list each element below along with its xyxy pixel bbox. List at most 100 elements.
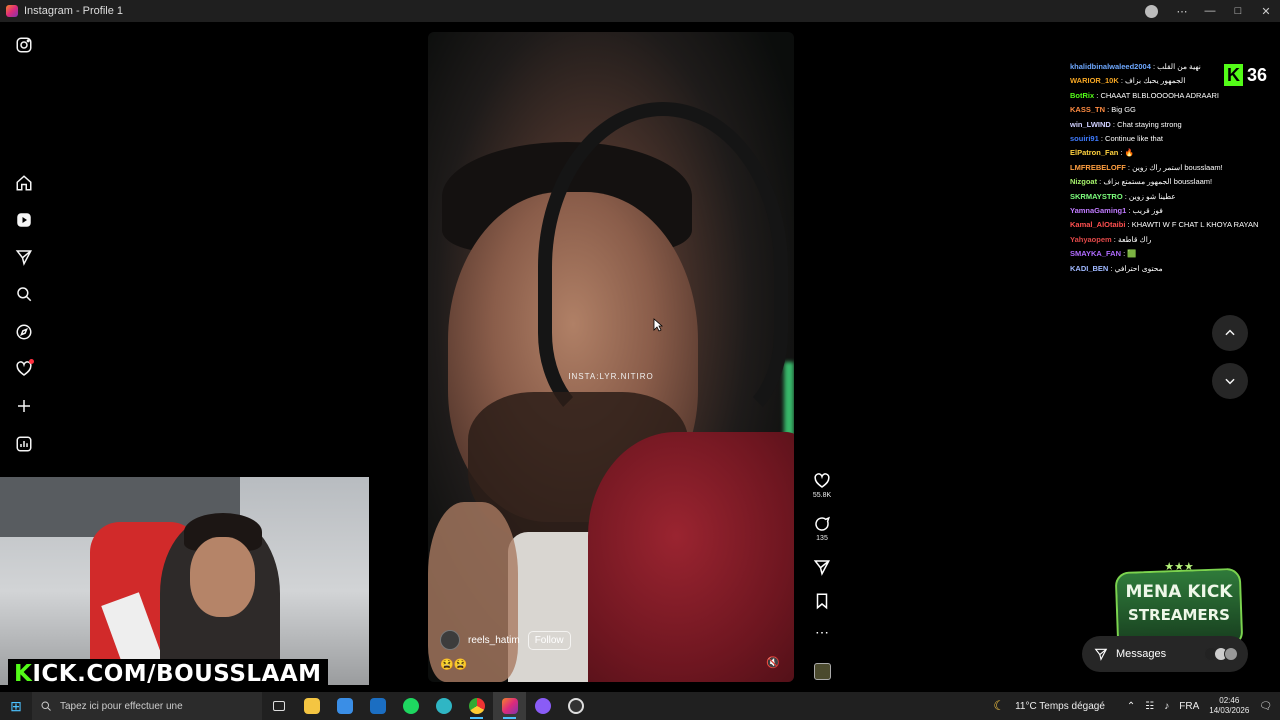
streamer-webcam [0,477,369,685]
previous-reel-button[interactable] [1212,315,1248,351]
kick-banner-text: ICK.COM/BOUSSLAAM [32,661,322,687]
create-plus-icon[interactable] [14,396,34,416]
heart-icon[interactable] [813,472,831,490]
reels-icon[interactable] [14,210,34,230]
edge-icon[interactable] [427,692,460,720]
reel-video[interactable]: INSTA:LYR.NITIRO reels_hatim Follow 😫😫 🔇 [428,32,794,682]
send-icon [1094,648,1108,661]
messenger-icon[interactable] [526,692,559,720]
messages-label: Messages [1116,648,1167,660]
share-icon[interactable] [813,558,831,576]
chat-username[interactable]: ElPatron_Fan [1070,148,1118,157]
chat-text: Chat staying strong [1117,119,1182,129]
minimize-button[interactable]: — [1196,5,1224,17]
chat-username[interactable]: SMAYKA_FAN [1070,249,1121,258]
more-options-button[interactable]: ⋯ [1168,5,1196,18]
clock[interactable]: 02:46 14/03/2026 [1209,696,1249,716]
save-action[interactable] [806,592,838,610]
network-icon[interactable]: ☷ [1145,701,1154,712]
home-icon[interactable] [14,173,34,193]
chat-message: LMFREBELOFF : استمر راك زوين bousslaam! [1070,161,1270,175]
chat-text: الجمهور مستمتع بزاف bousslaam! [1103,177,1213,187]
chat-username[interactable]: LMFREBELOFF [1070,163,1126,172]
comment-action[interactable]: 135 [806,515,838,542]
chat-username[interactable]: WARIOR_10K [1070,76,1119,85]
audio-thumbnail[interactable] [814,663,831,680]
comment-icon[interactable] [813,515,831,533]
live-chat-overlay: khalidbinalwaleed2004 : نهية من القلب WAR… [1070,60,1270,276]
share-action[interactable] [806,558,838,576]
chat-username[interactable]: YamnaGaming1 [1070,206,1126,215]
windows-start-icon[interactable]: ⊞ [0,698,32,715]
chat-message: souiri91 : Continue like that [1070,132,1270,146]
store-icon[interactable] [328,692,361,720]
follow-button[interactable]: Follow [527,630,571,650]
bookmark-icon[interactable] [813,592,831,610]
next-reel-button[interactable] [1212,363,1248,399]
windows-taskbar: ⊞ Tapez ici pour effectuer une ☾ 11°C Te… [0,692,1280,720]
chat-message: SMAYKA_FAN : 🟩 [1070,247,1270,261]
video-watermark: INSTA:LYR.NITIRO [568,372,654,381]
mena-line1: MENA KICK [1125,582,1233,602]
chat-message: ElPatron_Fan : 🔥 [1070,146,1270,160]
chat-text: الجمهور يحبك بزاف [1125,76,1186,86]
chat-text: فوز قريب [1132,206,1163,216]
window-title: Instagram - Profile 1 [24,5,124,17]
comment-count: 135 [816,535,828,542]
chat-message: KADI_BEN : محتوى احترافي [1070,262,1270,276]
streamer-face [190,537,255,617]
weather-text[interactable]: 11°C Temps dégagé [1015,701,1105,712]
chat-username[interactable]: Kamal_AlOtaibi [1070,220,1125,229]
message-avatars [1204,647,1238,661]
chat-username[interactable]: khalidbinalwaleed2004 [1070,62,1151,71]
chevron-down-icon [1225,378,1235,385]
chat-message: win_LWIND : Chat staying strong [1070,118,1270,132]
instagram-logo-icon[interactable] [14,35,34,55]
maximize-button[interactable]: □ [1224,5,1252,17]
chat-username[interactable]: Yahyaopem [1070,235,1112,244]
chat-username[interactable]: BotRix [1070,91,1094,100]
chrome-icon[interactable] [460,692,493,720]
dashboard-icon[interactable] [14,434,34,454]
messages-button[interactable]: Messages [1082,636,1248,672]
instagram-taskbar-icon[interactable] [493,692,526,720]
chat-username[interactable]: KADI_BEN [1070,264,1108,273]
chat-username[interactable]: souiri91 [1070,134,1099,143]
author-username[interactable]: reels_hatim [468,635,520,646]
chat-message: Nizgoat : الجمهور مستمتع بزاف bousslaam! [1070,175,1270,189]
more-action-icon[interactable]: ⋯ [806,624,838,641]
chat-username[interactable]: KASS_TN [1070,105,1105,114]
chat-username[interactable]: Nizgoat [1070,177,1097,186]
explore-icon[interactable] [14,322,34,342]
chat-text: CHAAAT BLBLOOOOHA ADRAARI [1100,90,1219,100]
reel-author: reels_hatim Follow [440,630,571,650]
direct-messages-icon[interactable] [14,247,34,267]
profile-avatar-icon[interactable] [1145,4,1158,18]
like-action[interactable]: 55.8K [806,472,838,499]
spotify-icon[interactable] [394,692,427,720]
chat-username[interactable]: win_LWIND [1070,120,1111,129]
kick-channel-banner: K ICK.COM/BOUSSLAAM [8,659,328,689]
volume-icon[interactable]: ♪ [1164,701,1169,712]
search-icon [41,701,51,711]
author-avatar[interactable] [440,630,460,650]
chat-username[interactable]: SKRMAYSTRO [1070,192,1123,201]
obs-icon[interactable] [559,692,592,720]
kick-logo-icon: K [1224,64,1243,86]
chat-message: Yahyaopem : راك قاطعة [1070,233,1270,247]
chat-text: 🔥 [1124,148,1134,158]
file-explorer-icon[interactable] [295,692,328,720]
headphones [538,102,788,432]
search-icon[interactable] [14,284,34,304]
mute-icon[interactable]: 🔇 [766,656,780,669]
chat-message: YamnaGaming1 : فوز قريب [1070,204,1270,218]
notification-center-icon[interactable]: 🗨 [1259,701,1272,712]
task-view-icon[interactable] [262,692,295,720]
taskbar-search[interactable]: Tapez ici pour effectuer une [32,692,262,720]
tray-chevron-up-icon[interactable]: ⌃ [1127,701,1135,712]
close-button[interactable]: ✕ [1252,5,1280,18]
language-indicator[interactable]: FRA [1179,701,1199,712]
window-titlebar: Instagram - Profile 1 ⋯ — □ ✕ [0,0,1280,22]
outlook-icon[interactable] [361,692,394,720]
notifications-heart-icon[interactable] [14,359,34,379]
